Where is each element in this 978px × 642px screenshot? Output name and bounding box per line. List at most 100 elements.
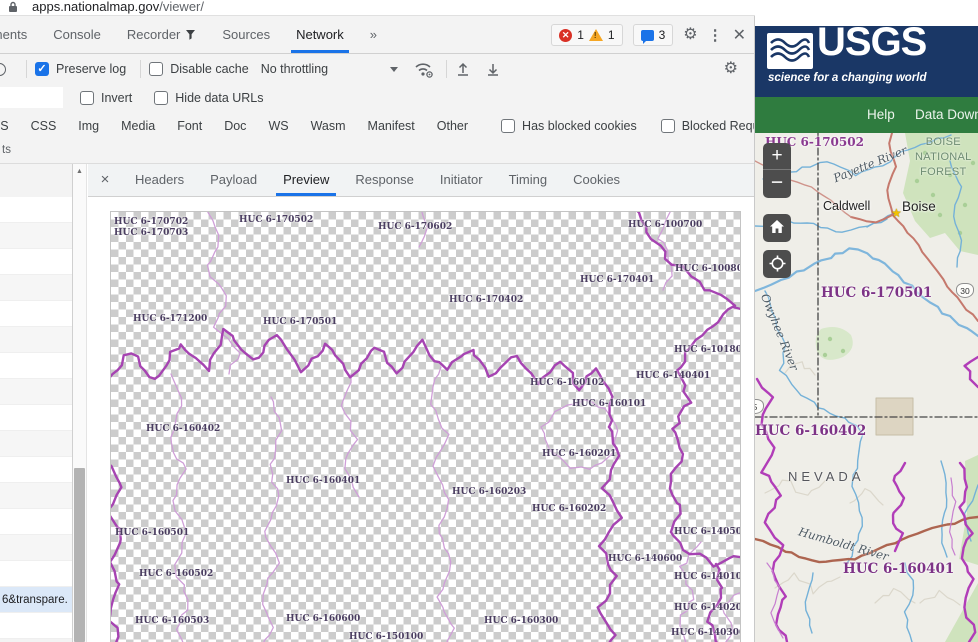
type-filter-css[interactable]: CSS xyxy=(20,119,68,133)
huc-tile-label: HUC 6-170702 xyxy=(114,217,188,227)
hide-data-urls-checkbox[interactable]: Hide data URLs xyxy=(154,91,263,105)
huc-tile-label: HUC 6-160501 xyxy=(115,528,189,538)
usgs-tagline: science for a changing world xyxy=(768,72,926,84)
preview-content: HUC 6-170702HUC 6-170703 HUC 6-170502 HUC … xyxy=(88,197,754,642)
type-filter-other[interactable]: Other xyxy=(426,119,479,133)
request-list-scrollbar[interactable]: ▲ xyxy=(73,164,87,642)
has-blocked-cookies-checkbox[interactable]: Has blocked cookies xyxy=(501,119,637,133)
import-har-icon[interactable] xyxy=(455,61,471,77)
type-filter-js[interactable]: JS xyxy=(0,119,20,133)
nav-help-link[interactable]: Help xyxy=(867,107,895,122)
settings-gear-icon[interactable]: ⚙ xyxy=(683,27,697,43)
map-label: NEVADA xyxy=(788,469,865,484)
preserve-log-checkbox[interactable]: ✓ Preserve log xyxy=(35,62,126,76)
boise-star-icon: ★ xyxy=(891,206,902,220)
request-detail-pane: × Headers Payload Preview Response Initi… xyxy=(88,164,754,642)
throttling-select[interactable]: No throttling xyxy=(261,62,398,76)
type-filter-img[interactable]: Img xyxy=(67,119,110,133)
huc-tile-label: HUC 6-160401 xyxy=(286,476,360,486)
map-label: Boise xyxy=(902,199,936,214)
type-filter-manifest[interactable]: Manifest xyxy=(357,119,426,133)
request-row[interactable] xyxy=(0,327,72,353)
request-row[interactable] xyxy=(0,535,72,561)
divider xyxy=(26,60,27,78)
request-row[interactable] xyxy=(0,431,72,457)
zoom-out-button[interactable]: − xyxy=(763,170,791,197)
type-filter-ws[interactable]: WS xyxy=(257,119,299,133)
tab-preview[interactable]: Preview xyxy=(270,164,342,196)
type-filter-media[interactable]: Media xyxy=(110,119,166,133)
divider xyxy=(446,60,447,78)
error-warning-badge[interactable]: ✕ 1 1 xyxy=(551,24,622,46)
request-row[interactable] xyxy=(0,509,72,535)
huc-tile-label: HUC 6-160300 xyxy=(484,616,558,626)
request-row[interactable] xyxy=(0,197,72,223)
detail-pane-tabs: × Headers Payload Preview Response Initi… xyxy=(88,164,754,197)
request-row[interactable] xyxy=(0,483,72,509)
tab-response[interactable]: Response xyxy=(342,164,427,196)
more-options-icon[interactable]: ⋮ xyxy=(708,26,723,44)
network-settings-gear-icon[interactable]: ⚙ xyxy=(724,61,738,77)
huc-tile-label: HUC 6-170402 xyxy=(449,295,523,305)
zoom-in-button[interactable]: + xyxy=(763,143,791,170)
huc-tile-label: HUC 6-170703 xyxy=(114,228,188,238)
scroll-up-arrow-icon[interactable]: ▲ xyxy=(73,164,86,179)
message-count: 3 xyxy=(659,28,666,42)
huc-tile-label: HUC 6-160503 xyxy=(135,616,209,626)
blocked-requests-checkbox[interactable]: Blocked Requests xyxy=(661,119,754,133)
tab-initiator[interactable]: Initiator xyxy=(427,164,496,196)
huc-tile-label: HUC 6-170502 xyxy=(239,215,313,225)
devtools-tabbar-right: ✕ 1 1 3 ⚙ ⋮ ✕ xyxy=(551,16,746,54)
huc-tile-label: HUC 6-140300 xyxy=(671,628,741,638)
tab-timing[interactable]: Timing xyxy=(496,164,561,196)
tab-headers[interactable]: Headers xyxy=(122,164,197,196)
huc-tile-label: HUC 6-160202 xyxy=(532,504,606,514)
nav-data-download-link[interactable]: Data Download xyxy=(915,107,978,122)
filter-input[interactable] xyxy=(0,87,63,108)
disable-cache-checkbox[interactable]: Disable cache xyxy=(149,62,249,76)
map-viewport[interactable]: + − ★ HUC 6-170502Payette RiverBOISE NAT… xyxy=(755,133,978,642)
request-row[interactable] xyxy=(0,301,72,327)
tab-overflow[interactable]: » xyxy=(357,16,390,53)
request-row[interactable] xyxy=(0,249,72,275)
export-har-icon[interactable] xyxy=(485,61,501,77)
tab-console[interactable]: Console xyxy=(40,16,114,53)
tab-network[interactable]: Network xyxy=(283,16,357,53)
checkbox-unchecked-icon xyxy=(80,91,94,105)
tab-elements[interactable]: Elements xyxy=(0,16,40,53)
request-row[interactable] xyxy=(0,223,72,249)
tab-cookies[interactable]: Cookies xyxy=(560,164,633,196)
close-detail-icon[interactable]: × xyxy=(88,164,122,196)
request-row[interactable] xyxy=(0,561,72,587)
request-row[interactable] xyxy=(0,379,72,405)
tile-image-preview: HUC 6-170702HUC 6-170703 HUC 6-170502 HUC … xyxy=(110,211,741,642)
request-row[interactable]: 6&transpare. xyxy=(0,587,72,613)
type-filter-wasm[interactable]: Wasm xyxy=(300,119,357,133)
huc-tile-label: HUC 6-150100 xyxy=(349,632,423,642)
network-conditions-icon[interactable] xyxy=(414,61,434,78)
issues-badge[interactable]: 3 xyxy=(633,24,674,46)
tab-recorder[interactable]: Recorder xyxy=(114,16,209,53)
type-filter-doc[interactable]: Doc xyxy=(213,119,257,133)
checkbox-unchecked-icon xyxy=(661,119,675,133)
request-list: 6&transpare. xyxy=(0,164,73,642)
scrollbar-thumb[interactable] xyxy=(74,468,85,642)
lock-icon xyxy=(8,1,18,13)
type-filter-font[interactable]: Font xyxy=(166,119,213,133)
tab-payload[interactable]: Payload xyxy=(197,164,270,196)
huc-tile-label: HUC 6-101800 xyxy=(674,345,741,355)
request-row[interactable] xyxy=(0,275,72,301)
request-row[interactable] xyxy=(0,457,72,483)
search-icon[interactable] xyxy=(0,63,6,76)
invert-checkbox[interactable]: Invert xyxy=(80,91,132,105)
request-row[interactable] xyxy=(0,405,72,431)
map-label: HUC 6-160401 xyxy=(843,561,954,577)
screen: apps.nationalmap.gov/viewer/ Elements Co… xyxy=(0,0,978,642)
tab-sources[interactable]: Sources xyxy=(209,16,283,53)
home-extent-button[interactable] xyxy=(763,214,791,242)
request-row[interactable] xyxy=(0,353,72,379)
close-devtools-icon[interactable]: ✕ xyxy=(733,25,746,45)
request-row[interactable] xyxy=(0,613,72,639)
divider xyxy=(140,60,141,78)
locate-button[interactable] xyxy=(763,250,791,278)
